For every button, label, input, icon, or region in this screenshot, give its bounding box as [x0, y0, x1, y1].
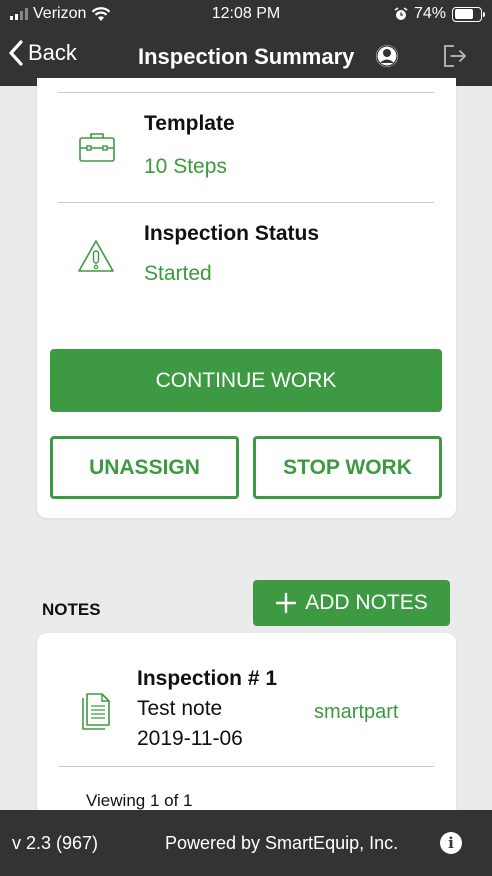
divider: [58, 202, 434, 203]
inspection-status-label: Inspection Status: [144, 222, 320, 245]
template-value: 10 Steps: [144, 155, 227, 178]
briefcase-icon: [78, 131, 116, 168]
logout-button[interactable]: [442, 44, 468, 73]
divider: [58, 92, 434, 93]
unassign-button[interactable]: UNASSIGN: [50, 436, 239, 499]
alarm-icon: [394, 7, 408, 20]
logout-icon: [444, 45, 466, 67]
note-date: 2019-11-06: [137, 727, 243, 750]
status-bar: Verizon 12:08 PM 74%: [0, 0, 492, 30]
back-label: Back: [28, 40, 77, 65]
back-button[interactable]: Back: [8, 40, 77, 66]
powered-by: Powered by SmartEquip, Inc.: [165, 833, 399, 853]
document-icon: [80, 691, 112, 736]
plus-icon: [276, 592, 297, 614]
divider: [58, 766, 434, 767]
note-text: Test note: [137, 697, 223, 720]
page-title: Inspection Summary: [138, 44, 355, 69]
add-notes-label: ADD NOTES: [305, 591, 428, 614]
stop-work-button[interactable]: STOP WORK: [253, 436, 442, 499]
note-title: Inspection # 1: [137, 667, 278, 690]
footer: v 2.3 (967) Powered by SmartEquip, Inc. …: [0, 810, 492, 876]
warning-icon: [76, 238, 116, 279]
info-icon[interactable]: i: [440, 832, 462, 854]
add-notes-button[interactable]: ADD NOTES: [253, 580, 450, 626]
app-version: v 2.3 (967): [12, 833, 99, 853]
chevron-left-icon: [9, 40, 23, 66]
battery-icon: [452, 6, 485, 22]
template-label: Template: [144, 112, 235, 135]
user-profile-button[interactable]: [375, 44, 399, 73]
note-card: Inspection # 1 Test note 2019-11-06 smar…: [37, 633, 456, 833]
battery-info: 74%: [394, 5, 485, 23]
notes-section-label: NOTES: [42, 600, 101, 619]
user-circle-icon: [376, 45, 398, 67]
continue-work-button[interactable]: CONTINUE WORK: [50, 349, 442, 412]
note-author: smartpart: [314, 701, 399, 723]
pagination-status: Viewing 1 of 1: [86, 791, 193, 810]
inspection-status-value: Started: [144, 262, 212, 285]
battery-percent: 74%: [413, 5, 446, 22]
